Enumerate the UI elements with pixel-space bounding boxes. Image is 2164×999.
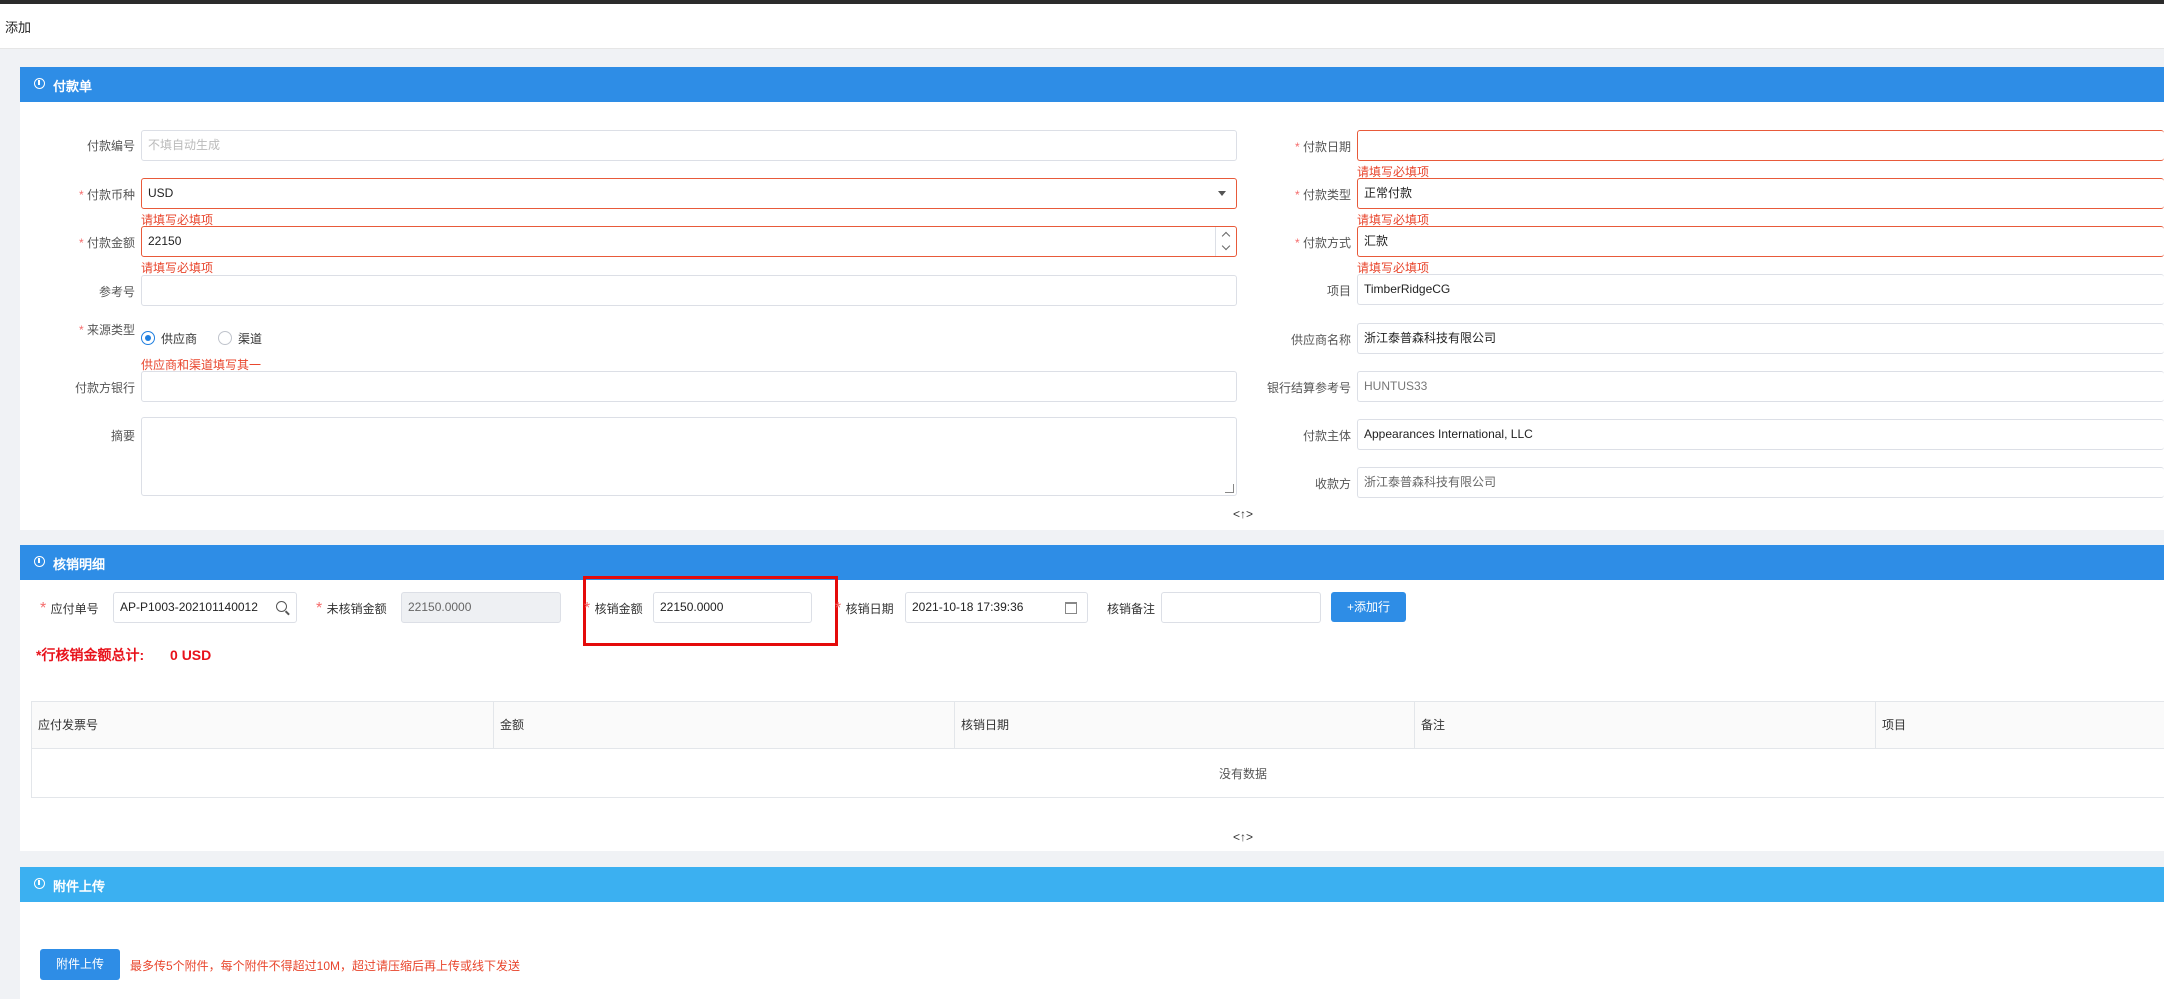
project-input[interactable]: TimberRidgeCG bbox=[1357, 274, 2164, 305]
writeoff-amount-label: * 核销金额 bbox=[584, 600, 643, 617]
unwritten-amount-label: * 未核销金额 bbox=[316, 600, 387, 617]
collapse-toggle-icon[interactable]: <↑> bbox=[1233, 830, 1253, 844]
payment-panel-title: 付款单 bbox=[53, 79, 93, 94]
payment-panel-header[interactable]: 付款单 bbox=[20, 67, 2164, 102]
writeoff-total: *行核销金额总计: 0 USD bbox=[36, 645, 211, 665]
column-header[interactable]: 金额 bbox=[494, 702, 955, 748]
info-circle-icon bbox=[34, 556, 45, 567]
source-type-radio-channel[interactable] bbox=[218, 331, 232, 345]
writeoff-table: 应付发票号 金额 核销日期 备注 项目 没有数据 bbox=[31, 701, 2164, 798]
project-label: 项目 bbox=[1326, 284, 1351, 298]
currency-select[interactable]: USD bbox=[141, 178, 1237, 209]
supplier-name-input[interactable]: 浙江泰普森科技有限公司 bbox=[1357, 323, 2164, 354]
chevron-down-icon[interactable] bbox=[1221, 241, 1231, 251]
payer-bank-input[interactable] bbox=[141, 371, 1237, 402]
add-row-button[interactable]: +添加行 bbox=[1331, 592, 1406, 622]
writeoff-date-input[interactable]: 2021-10-18 17:39:36 bbox=[905, 592, 1088, 623]
writeoff-panel-title: 核销明细 bbox=[53, 557, 106, 572]
pay-method-label: * 付款方式 bbox=[1294, 236, 1351, 250]
pay-no-input[interactable]: 不填自动生成 bbox=[141, 130, 1237, 161]
number-stepper[interactable] bbox=[1215, 227, 1236, 256]
bank-ref-input[interactable]: HUNTUS33 bbox=[1357, 371, 2164, 402]
pay-type-label: * 付款类型 bbox=[1294, 188, 1351, 202]
ref-no-label: 参考号 bbox=[98, 285, 135, 299]
unwritten-amount-input[interactable]: 22150.0000 bbox=[401, 592, 561, 623]
pay-entity-input[interactable]: Appearances International, LLC bbox=[1357, 419, 2164, 450]
column-header[interactable]: 应付发票号 bbox=[32, 702, 494, 748]
source-type-radio-supplier[interactable] bbox=[141, 331, 155, 345]
payee-label: 收款方 bbox=[1314, 477, 1351, 491]
collapse-toggle-icon[interactable]: <↑> bbox=[1233, 507, 1253, 521]
attachment-panel-header[interactable]: 附件上传 bbox=[20, 867, 2164, 902]
chevron-up-icon[interactable] bbox=[1221, 231, 1231, 241]
page-header: 添加 bbox=[0, 4, 2164, 49]
pay-method-select[interactable]: 汇款 bbox=[1357, 226, 2164, 257]
pay-no-label: 付款编号 bbox=[86, 139, 135, 153]
amount-error: 请填写必填项 bbox=[141, 261, 214, 275]
info-circle-icon bbox=[34, 878, 45, 889]
summary-textarea[interactable] bbox=[141, 417, 1237, 496]
writeoff-note-input[interactable] bbox=[1161, 592, 1321, 623]
payee-input[interactable]: 浙江泰普森科技有限公司 bbox=[1357, 467, 2164, 498]
table-divider bbox=[32, 748, 2164, 749]
source-type-option-channel[interactable]: 渠道 bbox=[238, 330, 262, 347]
attachment-panel-title: 附件上传 bbox=[53, 879, 106, 894]
upload-button[interactable]: 附件上传 bbox=[40, 949, 120, 980]
caret-down-icon bbox=[1218, 191, 1226, 196]
pay-date-input[interactable] bbox=[1357, 130, 2164, 161]
bank-ref-label: 银行结算参考号 bbox=[1266, 381, 1351, 395]
writeoff-panel bbox=[20, 545, 2164, 851]
writeoff-amount-input[interactable]: 22150.0000 bbox=[653, 592, 812, 623]
upload-hint: 最多传5个附件，每个附件不得超过10M，超过请压缩后再上传或线下发送 bbox=[130, 959, 521, 973]
writeoff-panel-header[interactable]: 核销明细 bbox=[20, 545, 2164, 580]
column-header[interactable]: 核销日期 bbox=[955, 702, 1415, 748]
pay-date-label: * 付款日期 bbox=[1294, 140, 1351, 154]
calendar-icon[interactable] bbox=[1065, 602, 1077, 614]
source-type-label: * 来源类型 bbox=[78, 323, 135, 337]
currency-label: * 付款币种 bbox=[78, 188, 135, 202]
payable-no-label: * 应付单号 bbox=[40, 600, 99, 617]
column-header[interactable]: 备注 bbox=[1415, 702, 1876, 748]
source-type-option-supplier[interactable]: 供应商 bbox=[161, 330, 197, 347]
writeoff-total-value: 0 USD bbox=[170, 647, 212, 663]
writeoff-total-label: 行核销金额总计: bbox=[41, 647, 145, 663]
writeoff-note-label: 核销备注 bbox=[1107, 602, 1156, 616]
ref-no-input[interactable] bbox=[141, 275, 1237, 306]
info-circle-icon bbox=[34, 78, 45, 89]
search-icon-handle bbox=[285, 610, 290, 616]
resize-handle-icon[interactable] bbox=[1225, 484, 1234, 493]
supplier-name-label: 供应商名称 bbox=[1290, 333, 1351, 347]
payable-no-input[interactable]: AP-P1003-202101140012 bbox=[113, 592, 297, 623]
summary-label: 摘要 bbox=[110, 429, 135, 443]
pay-type-select[interactable]: 正常付款 bbox=[1357, 178, 2164, 209]
pay-entity-label: 付款主体 bbox=[1302, 429, 1351, 443]
writeoff-date-label: * 核销日期 bbox=[835, 600, 894, 617]
page-title: 添加 bbox=[5, 20, 32, 35]
column-header[interactable]: 项目 bbox=[1876, 702, 2164, 748]
payer-bank-label: 付款方银行 bbox=[74, 381, 135, 395]
amount-label: * 付款金额 bbox=[78, 236, 135, 250]
amount-input[interactable]: 22150 bbox=[141, 226, 1237, 257]
table-empty-text: 没有数据 bbox=[1219, 767, 1268, 781]
